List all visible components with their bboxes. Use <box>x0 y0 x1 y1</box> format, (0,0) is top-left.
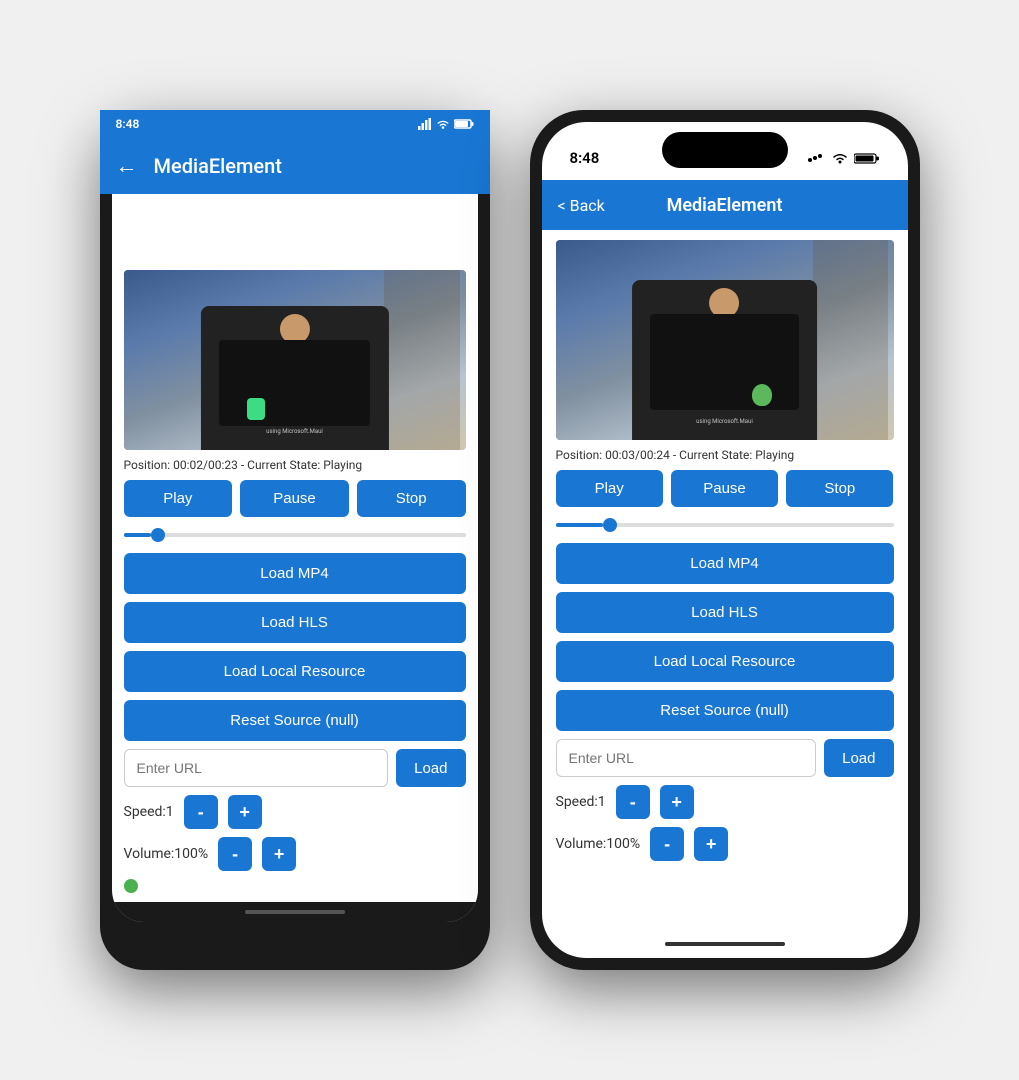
ios-seekbar[interactable] <box>556 515 894 535</box>
ios-load-mp4-button[interactable]: Load MP4 <box>556 543 894 584</box>
android-position-text: Position: 00:02/00:23 - Current State: P… <box>124 458 466 472</box>
battery-icon <box>454 122 474 130</box>
ios-speed-minus[interactable]: - <box>616 785 650 819</box>
ios-navbar: < Back MediaElement <box>542 180 908 230</box>
ios-signal-icon <box>808 152 826 164</box>
android-load-hls-button[interactable]: Load HLS <box>124 602 466 643</box>
ios-status-icons <box>808 152 880 165</box>
android-volume-plus[interactable]: + <box>262 837 296 871</box>
ios-status-time: 8:48 <box>570 149 600 167</box>
ios-content: using Microsoft.Maui Position: 00:03/00:… <box>542 230 908 930</box>
android-appbar: 8:48 <box>112 122 478 178</box>
ios-pause-button[interactable]: Pause <box>671 470 778 507</box>
ios-video-player[interactable]: using Microsoft.Maui <box>556 240 894 440</box>
android-volume-label: Volume:100% <box>124 846 209 862</box>
android-speed-minus[interactable]: - <box>184 795 218 829</box>
ios-speed-plus[interactable]: + <box>660 785 694 819</box>
ios-controls: Play Pause Stop <box>556 470 894 507</box>
android-speed-row: Speed:1 - + <box>124 795 466 829</box>
android-url-input[interactable] <box>124 749 389 787</box>
android-status-dot <box>124 879 138 893</box>
android-load-mp4-button[interactable]: Load MP4 <box>124 553 466 594</box>
android-reset-source-button[interactable]: Reset Source (null) <box>124 700 466 741</box>
signal-icon <box>418 122 432 130</box>
android-video-player[interactable]: using Microsoft.Maui <box>124 270 466 450</box>
ios-volume-label: Volume:100% <box>556 836 641 852</box>
ios-reset-source-button[interactable]: Reset Source (null) <box>556 690 894 731</box>
ios-home-bar <box>665 942 785 946</box>
ios-wifi-icon <box>832 152 848 164</box>
ios-screen: 8:48 <box>542 122 908 958</box>
ios-play-button[interactable]: Play <box>556 470 663 507</box>
ios-speed-row: Speed:1 - + <box>556 785 894 819</box>
android-controls: Play Pause Stop <box>124 480 466 517</box>
android-seekbar[interactable] <box>124 525 466 545</box>
android-page-title: MediaElement <box>154 154 282 178</box>
android-home-bar <box>112 902 478 922</box>
android-indicator-row <box>124 879 466 901</box>
ios-load-local-button[interactable]: Load Local Resource <box>556 641 894 682</box>
android-load-url-button[interactable]: Load <box>396 749 465 787</box>
ios-speed-label: Speed:1 <box>556 794 606 810</box>
ios-home-indicator <box>542 930 908 958</box>
ios-load-url-button[interactable]: Load <box>824 739 893 777</box>
ios-dynamic-island <box>662 132 788 168</box>
android-speed-plus[interactable]: + <box>228 795 262 829</box>
android-screen: 8:48 <box>112 122 478 922</box>
ios-battery-icon <box>854 152 880 165</box>
ios-url-input[interactable] <box>556 739 817 777</box>
android-phone: 8:48 <box>100 110 490 970</box>
android-pause-button[interactable]: Pause <box>240 480 349 517</box>
android-content: using Microsoft.Maui Position: 00:02/00:… <box>112 262 478 902</box>
android-home-pill <box>245 910 345 914</box>
wifi-icon <box>436 122 450 130</box>
ios-volume-minus[interactable]: - <box>650 827 684 861</box>
android-volume-minus[interactable]: - <box>218 837 252 871</box>
scene: 8:48 <box>60 70 960 1010</box>
android-volume-row: Volume:100% - + <box>124 837 466 871</box>
ios-url-row: Load <box>556 739 894 777</box>
ios-page-title: MediaElement <box>667 195 783 216</box>
ios-volume-row: Volume:100% - + <box>556 827 894 861</box>
android-url-row: Load <box>124 749 466 787</box>
ios-volume-plus[interactable]: + <box>694 827 728 861</box>
ios-load-hls-button[interactable]: Load HLS <box>556 592 894 633</box>
ios-back-button[interactable]: < Back <box>558 196 605 215</box>
ios-stop-button[interactable]: Stop <box>786 470 893 507</box>
android-status-icons <box>418 122 474 130</box>
android-speed-label: Speed:1 <box>124 804 174 820</box>
android-back-button[interactable]: ← <box>116 153 138 179</box>
android-status-time: 8:48 <box>116 122 140 131</box>
android-load-local-button[interactable]: Load Local Resource <box>124 651 466 692</box>
ios-phone: 8:48 <box>530 110 920 970</box>
ios-position-text: Position: 00:03/00:24 - Current State: P… <box>556 448 894 462</box>
android-play-button[interactable]: Play <box>124 480 233 517</box>
android-stop-button[interactable]: Stop <box>357 480 466 517</box>
